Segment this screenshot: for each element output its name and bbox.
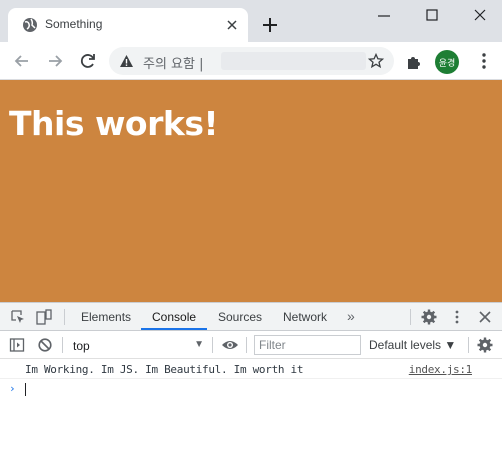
toolbar-divider — [64, 309, 65, 325]
browser-tab[interactable]: Something — [8, 8, 248, 42]
devtools-tab-bar: Elements Console Sources Network » — [0, 303, 502, 331]
console-settings-gear-icon[interactable] — [477, 337, 493, 353]
new-tab-icon[interactable] — [260, 15, 280, 35]
console-prompt[interactable]: › — [0, 380, 502, 398]
text-caret — [25, 383, 26, 396]
toolbar-divider — [212, 337, 213, 353]
extensions-puzzle-icon[interactable] — [404, 52, 424, 72]
profile-avatar[interactable]: 윤경 — [435, 50, 459, 74]
inspect-element-icon[interactable] — [10, 309, 26, 325]
globe-icon — [23, 18, 37, 32]
device-toolbar-icon[interactable] — [36, 309, 52, 325]
maximize-icon[interactable] — [422, 5, 442, 25]
title-bar: Something — [0, 0, 502, 42]
close-tab-icon[interactable] — [224, 17, 240, 33]
context-value: top — [73, 339, 90, 353]
tab-sources[interactable]: Sources — [218, 310, 262, 324]
warning-icon[interactable] — [119, 54, 134, 68]
back-arrow-icon[interactable] — [12, 51, 32, 71]
sidebar-toggle-icon[interactable] — [9, 337, 25, 353]
bookmark-star-icon[interactable] — [368, 53, 384, 69]
console-toolbar: top ▼ Default levels ▼ — [0, 331, 502, 359]
tab-elements[interactable]: Elements — [81, 310, 131, 324]
settings-gear-icon[interactable] — [421, 309, 437, 325]
more-vertical-icon[interactable] — [449, 309, 465, 325]
browser-toolbar: 주의 요함 | 윤경 — [0, 42, 502, 80]
tab-network[interactable]: Network — [283, 310, 327, 324]
context-selector[interactable]: top ▼ — [68, 335, 206, 355]
prompt-chevron-icon: › — [9, 382, 16, 395]
minimize-icon[interactable] — [374, 5, 394, 25]
security-warning-text: 주의 요함 | — [143, 57, 204, 72]
page-viewport: This works! — [0, 80, 502, 302]
page-heading: This works! — [9, 104, 219, 143]
log-levels-dropdown[interactable]: Default levels ▼ — [369, 338, 456, 352]
address-bar[interactable]: 주의 요함 | — [109, 47, 394, 75]
live-expression-eye-icon[interactable] — [221, 337, 239, 353]
toolbar-divider — [410, 309, 411, 325]
tab-console[interactable]: Console — [152, 310, 196, 324]
active-tab-indicator — [141, 328, 207, 330]
clear-console-icon[interactable] — [37, 337, 53, 353]
console-message-row: Im Working. Im JS. Im Beautiful. Im wort… — [0, 359, 502, 379]
reload-icon[interactable] — [78, 51, 98, 71]
dropdown-arrow-icon: ▼ — [194, 339, 204, 350]
url-text[interactable] — [221, 52, 366, 70]
close-devtools-icon[interactable] — [477, 309, 493, 325]
console-source-link[interactable]: index.js:1 — [409, 363, 473, 376]
toolbar-divider — [468, 337, 469, 353]
more-vertical-icon[interactable] — [474, 51, 494, 71]
tab-title: Something — [45, 17, 103, 31]
console-filter-input[interactable] — [254, 335, 361, 355]
forward-arrow-icon[interactable] — [45, 51, 65, 71]
more-tabs-button[interactable]: » — [347, 308, 355, 324]
window-close-icon[interactable] — [470, 5, 490, 25]
devtools-panel: Elements Console Sources Network » top ▼… — [0, 302, 502, 460]
toolbar-divider — [62, 337, 63, 353]
toolbar-divider — [246, 337, 247, 353]
console-message-text: Im Working. Im JS. Im Beautiful. Im wort… — [25, 363, 304, 376]
